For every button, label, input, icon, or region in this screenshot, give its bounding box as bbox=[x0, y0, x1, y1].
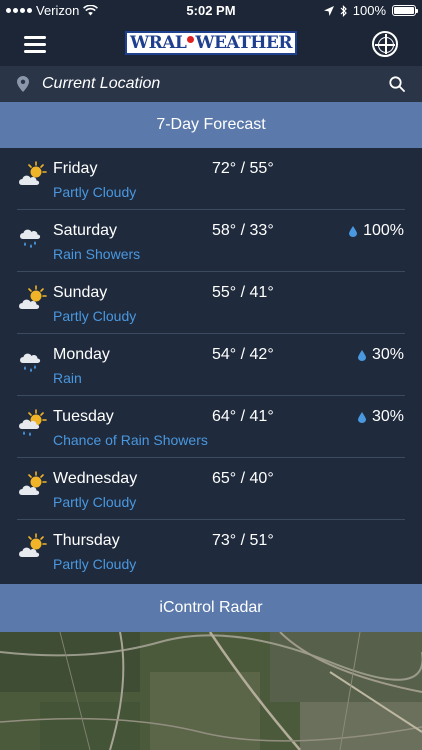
condition-text: Chance of Rain Showers bbox=[53, 432, 208, 448]
logo-text-right: WEATHER bbox=[195, 33, 292, 53]
battery-icon bbox=[392, 5, 418, 16]
nav-bar: WRAL WEATHER bbox=[0, 22, 422, 66]
raindrop-icon bbox=[357, 349, 366, 361]
precip-value: 30% bbox=[371, 408, 404, 425]
day-name: Thursday bbox=[53, 532, 120, 549]
partly-cloudy-icon bbox=[19, 533, 47, 557]
partly-cloudy-icon bbox=[19, 285, 47, 309]
sun-rain-icon bbox=[19, 409, 47, 436]
bluetooth-icon bbox=[340, 4, 347, 17]
condition-text: Partly Cloudy bbox=[53, 494, 137, 510]
location-pin-icon bbox=[17, 76, 29, 92]
rain-icon bbox=[20, 229, 41, 248]
forecast-title: 7-Day Forecast bbox=[156, 116, 266, 133]
forecast-row-wednesday[interactable]: Wednesday Partly Cloudy 65° / 40° bbox=[0, 458, 422, 520]
radar-crosshair-icon[interactable] bbox=[372, 31, 398, 57]
forecast-row-tuesday[interactable]: Tuesday Chance of Rain Showers 64° / 41°… bbox=[0, 396, 422, 458]
current-location-label[interactable]: Current Location bbox=[42, 75, 160, 93]
temperature-range: 58° / 33° bbox=[212, 222, 274, 239]
location-bar[interactable]: Current Location bbox=[0, 66, 422, 102]
wral-weather-logo: WRAL WEATHER bbox=[125, 31, 297, 55]
day-name: Sunday bbox=[53, 284, 108, 301]
condition-text: Partly Cloudy bbox=[53, 556, 137, 572]
location-arrow-icon bbox=[323, 5, 334, 16]
forecast-row-sunday[interactable]: Sunday Partly Cloudy 55° / 41° bbox=[0, 272, 422, 334]
day-name: Tuesday bbox=[53, 408, 114, 425]
forecast-row-monday[interactable]: Monday Rain 54° / 42° 30% bbox=[0, 334, 422, 396]
precip-chance: 30% bbox=[357, 346, 404, 364]
raindrop-icon bbox=[349, 225, 358, 237]
logo-dot bbox=[187, 35, 195, 43]
raindrop-icon bbox=[357, 411, 366, 423]
day-name: Wednesday bbox=[53, 470, 138, 487]
partly-cloudy-icon bbox=[19, 471, 47, 495]
forecast-row-thursday[interactable]: Thursday Partly Cloudy 73° / 51° bbox=[0, 520, 422, 582]
forecast-list: Friday Partly Cloudy 72° / 55° Saturday … bbox=[0, 148, 422, 584]
temperature-range: 64° / 41° bbox=[212, 408, 274, 425]
search-icon[interactable] bbox=[389, 76, 405, 92]
precip-value: 100% bbox=[363, 222, 404, 239]
day-name: Monday bbox=[53, 346, 110, 363]
temperature-range: 65° / 40° bbox=[212, 470, 274, 487]
precip-value: 30% bbox=[371, 346, 404, 363]
status-bar: Verizon 5:02 PM 100% bbox=[0, 0, 422, 22]
temperature-range: 72° / 55° bbox=[212, 160, 274, 177]
precip-chance: 100% bbox=[349, 222, 404, 240]
temperature-range: 73° / 51° bbox=[212, 532, 274, 549]
rain-icon bbox=[20, 353, 41, 372]
precip-chance: 30% bbox=[357, 408, 404, 426]
battery-percent: 100% bbox=[352, 3, 386, 18]
partly-cloudy-icon bbox=[19, 161, 47, 185]
status-right: 100% bbox=[323, 3, 418, 18]
condition-text: Rain Showers bbox=[53, 246, 141, 262]
forecast-row-saturday[interactable]: Saturday Rain Showers 58° / 33° 100% bbox=[0, 210, 422, 272]
forecast-header[interactable]: 7-Day Forecast bbox=[0, 102, 422, 148]
radar-map[interactable] bbox=[0, 632, 422, 750]
hamburger-menu-icon[interactable] bbox=[24, 36, 46, 53]
temperature-range: 55° / 41° bbox=[212, 284, 274, 301]
logo-text-left: WRAL bbox=[130, 33, 187, 53]
day-name: Saturday bbox=[53, 222, 118, 239]
condition-text: Partly Cloudy bbox=[53, 184, 137, 200]
day-name: Friday bbox=[53, 160, 98, 177]
temperature-range: 54° / 42° bbox=[212, 346, 274, 363]
radar-header[interactable]: iControl Radar bbox=[0, 584, 422, 632]
condition-text: Rain bbox=[53, 370, 82, 386]
radar-title: iControl Radar bbox=[159, 599, 263, 616]
forecast-row-friday[interactable]: Friday Partly Cloudy 72° / 55° bbox=[0, 148, 422, 210]
condition-text: Partly Cloudy bbox=[53, 308, 137, 324]
